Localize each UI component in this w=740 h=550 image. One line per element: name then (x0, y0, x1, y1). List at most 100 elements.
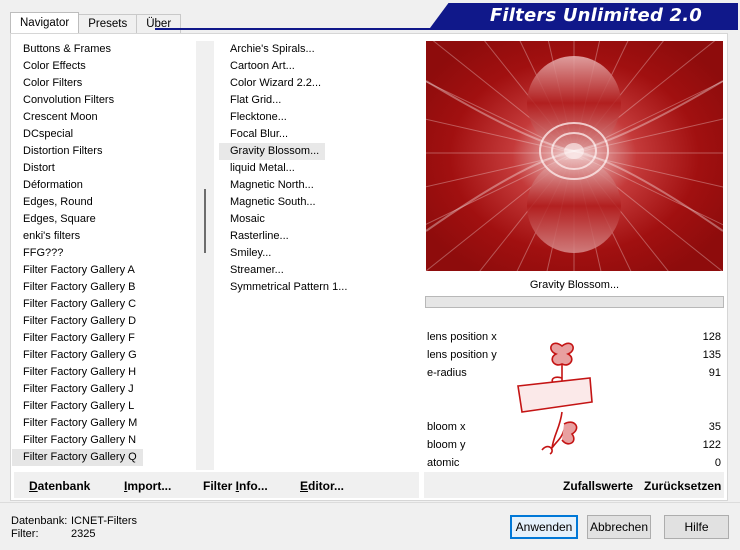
category-item[interactable]: Distortion Filters (12, 143, 195, 160)
datenbank-button[interactable]: Datenbank (29, 479, 90, 493)
parameter-row[interactable] (424, 382, 724, 400)
import-label: mport... (127, 479, 172, 493)
parameter-label: e-radius (427, 366, 467, 379)
category-item[interactable]: Filter Factory Gallery H (12, 364, 195, 381)
category-item[interactable]: Filter Factory Gallery F (12, 330, 195, 347)
parameter-label: lens position x (427, 330, 497, 343)
preview-filter-name: Gravity Blossom... (529, 279, 620, 291)
filter-item[interactable]: liquid Metal... (219, 160, 416, 177)
parameter-value[interactable]: 128 (703, 331, 721, 343)
filter-item[interactable]: Magnetic South... (219, 194, 416, 211)
category-item[interactable]: Filter Factory Gallery J (12, 381, 195, 398)
parameter-value[interactable]: 135 (703, 349, 721, 361)
category-items: Buttons & Frames Color Effects Color Filte… (12, 41, 195, 466)
status-area: Datenbank: ICNET-Filters Filter: 2325 (11, 515, 137, 541)
parameter-value[interactable]: 91 (709, 367, 721, 379)
apply-button[interactable]: Anwenden (510, 515, 578, 539)
filter-item[interactable]: Smiley... (219, 245, 416, 262)
category-item[interactable]: Filter Factory Gallery G (12, 347, 195, 364)
category-item[interactable]: Convolution Filters (12, 92, 195, 109)
filter-list[interactable]: Archie's Spirals... Cartoon Art... Color W… (219, 41, 416, 470)
filter-item[interactable]: Flat Grid... (219, 92, 416, 109)
filter-items: Archie's Spirals... Cartoon Art... Color W… (219, 41, 416, 296)
filter-info-label-pre: Filter (203, 479, 236, 493)
category-item[interactable]: Filter Factory Gallery L (12, 398, 195, 415)
help-button[interactable]: Hilfe (664, 515, 729, 539)
cancel-button[interactable]: Abbrechen (587, 515, 651, 539)
import-button[interactable]: Import... (124, 479, 171, 493)
status-filter-label: Filter: (11, 528, 39, 540)
category-item[interactable]: Filter Factory Gallery D (12, 313, 195, 330)
category-item[interactable]: Buttons & Frames (12, 41, 195, 58)
filter-info-label: nfo... (239, 479, 268, 493)
filter-item[interactable]: Color Wizard 2.2... (219, 75, 416, 92)
category-item[interactable]: Color Filters (12, 75, 195, 92)
parameter-label: lens position y (427, 348, 497, 361)
app-banner: Filters Unlimited 2.0 (430, 3, 738, 28)
parameter-row[interactable]: lens position x 128 (424, 328, 724, 346)
filter-item[interactable]: Streamer... (219, 262, 416, 279)
parameter-row[interactable] (424, 400, 724, 418)
progress-bar (425, 296, 724, 308)
tab-bar: Navigator Presets Über (10, 12, 182, 33)
parameter-row[interactable]: e-radius 91 (424, 364, 724, 382)
parameter-row[interactable]: bloom x 35 (424, 418, 724, 436)
editor-button[interactable]: Editor... (300, 479, 344, 493)
category-item[interactable]: Crescent Moon (12, 109, 195, 126)
parameter-label: bloom x (427, 420, 466, 433)
category-item[interactable]: Filter Factory Gallery Q (12, 449, 143, 466)
category-item[interactable]: Edges, Round (12, 194, 195, 211)
filter-item[interactable]: Gravity Blossom... (219, 143, 326, 160)
tab-uber[interactable]: Über (136, 14, 182, 33)
category-item[interactable]: enki's filters (12, 228, 195, 245)
category-item[interactable]: Filter Factory Gallery N (12, 432, 195, 449)
filter-item[interactable]: Mosaic (219, 211, 416, 228)
parameter-value[interactable]: 35 (709, 421, 721, 433)
category-item[interactable]: Distort (12, 160, 195, 177)
category-item[interactable]: DCspecial (12, 126, 195, 143)
editor-accel: E (300, 479, 309, 493)
parameter-row[interactable]: bloom y 122 (424, 436, 724, 454)
parameter-label: atomic (427, 456, 460, 469)
category-item[interactable]: Filter Factory Gallery A (12, 262, 195, 279)
category-item[interactable]: Filter Factory Gallery C (12, 296, 195, 313)
category-item[interactable]: Edges, Square (12, 211, 195, 228)
filter-item[interactable]: Symmetrical Pattern 1... (219, 279, 416, 296)
footer-separator (0, 502, 740, 503)
tab-presets[interactable]: Presets (78, 14, 138, 33)
category-item[interactable]: FFG??? (12, 245, 195, 262)
parameter-row[interactable]: lens position y 135 (424, 346, 724, 364)
parameter-value[interactable]: 122 (703, 439, 721, 451)
banner-underline (155, 28, 738, 30)
filter-item[interactable]: Flecktone... (219, 109, 416, 126)
random-values-button[interactable]: Zufallswerte (563, 479, 633, 493)
preview-image (426, 41, 723, 271)
parameter-row[interactable]: atomic 0 (424, 454, 724, 472)
scrollbar-thumb[interactable] (204, 189, 206, 253)
filter-item[interactable]: Cartoon Art... (219, 58, 416, 75)
category-item[interactable]: Filter Factory Gallery M (12, 415, 195, 432)
category-scrollbar[interactable] (196, 41, 214, 470)
status-db-row: Datenbank: ICNET-Filters (11, 515, 137, 528)
app-title: Filters Unlimited 2.0 (489, 5, 702, 26)
tab-navigator[interactable]: Navigator (10, 12, 80, 33)
datenbank-label: atenbank (37, 479, 91, 493)
status-db-value: ICNET-Filters (71, 515, 137, 527)
category-list[interactable]: Buttons & Frames Color Effects Color Filte… (12, 41, 195, 470)
filter-item[interactable]: Magnetic North... (219, 177, 416, 194)
editor-label: ditor... (308, 479, 345, 493)
parameter-value[interactable]: 0 (715, 457, 721, 469)
status-filter-row: Filter: 2325 (11, 528, 137, 541)
reset-button[interactable]: Zurücksetzen (644, 479, 721, 493)
filter-item[interactable]: Archie's Spirals... (219, 41, 416, 58)
datenbank-accel: D (29, 479, 38, 493)
category-item[interactable]: Déformation (12, 177, 195, 194)
filter-item[interactable]: Focal Blur... (219, 126, 416, 143)
status-db-label: Datenbank: (11, 515, 68, 527)
filter-info-button[interactable]: Filter Info... (203, 479, 268, 493)
preview-render (426, 41, 723, 271)
parameter-label: bloom y (427, 438, 466, 451)
category-item[interactable]: Color Effects (12, 58, 195, 75)
filter-item[interactable]: Rasterline... (219, 228, 416, 245)
category-item[interactable]: Filter Factory Gallery B (12, 279, 195, 296)
